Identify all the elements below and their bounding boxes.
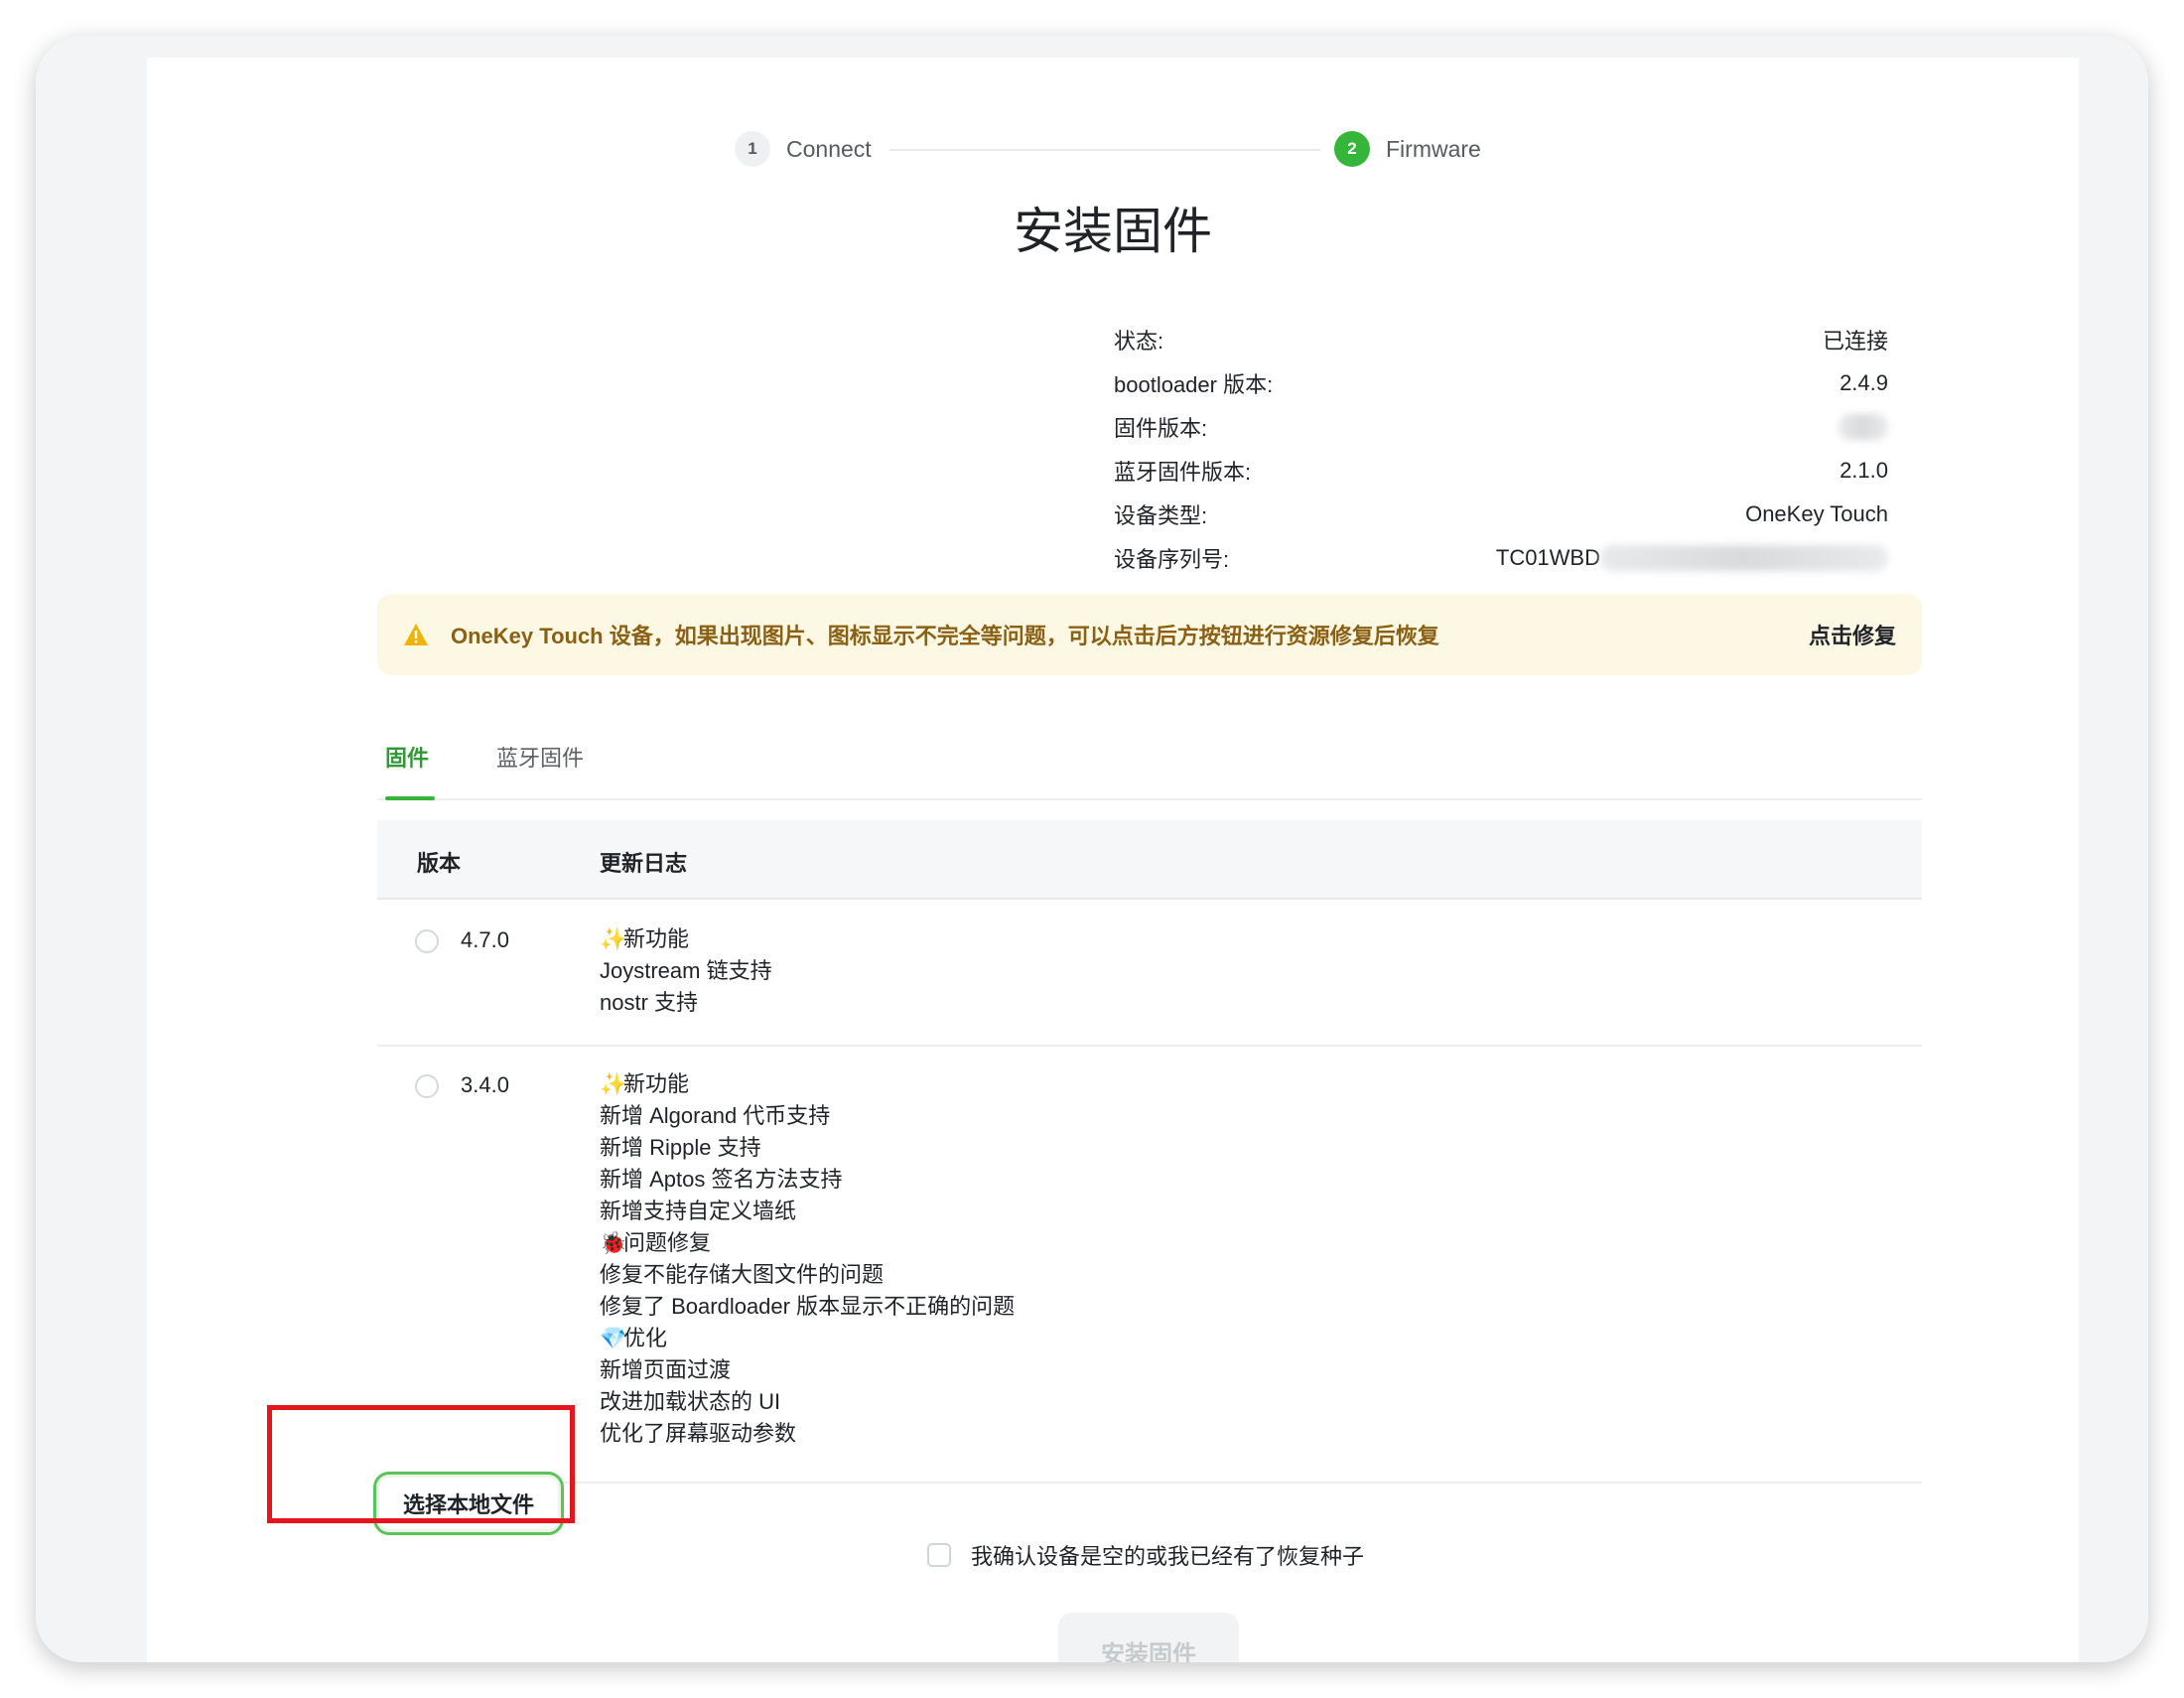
confirm-checkbox[interactable]	[927, 1543, 951, 1567]
step-label: Firmware	[1386, 135, 1481, 162]
changelog-text: 修复不能存储大图文件的问题	[600, 1262, 885, 1287]
changelog-text: Joystream 链支持	[600, 958, 772, 983]
info-row-status: 状态: 已连接	[1114, 318, 1888, 361]
confirm-row[interactable]: 我确认设备是空的或我已经有了恢复种子	[927, 1539, 1364, 1571]
changelog-text: 新增 Ripple 支持	[600, 1135, 761, 1160]
warning-icon	[403, 623, 429, 646]
page-title: 安装固件	[1014, 204, 1212, 259]
changelog-line: ✨ 新功能	[600, 1068, 1015, 1100]
sparkles-icon: ✨	[600, 1071, 627, 1096]
changelog-text: 优化	[623, 1326, 668, 1350]
changelog-line: 修复不能存储大图文件的问题	[600, 1259, 1015, 1291]
changelog-line: 新增 Algorand 代币支持	[600, 1100, 1015, 1132]
changelog-line: 💎 优化	[600, 1323, 1015, 1354]
gem-icon: 💎	[600, 1326, 627, 1350]
changelog-line: 改进加载状态的 UI	[600, 1386, 1015, 1418]
changelog-text: 新增支持自定义墙纸	[600, 1199, 797, 1223]
info-label: 设备类型:	[1114, 503, 1208, 528]
bug-icon: 🐞	[600, 1230, 627, 1255]
serial-blurred	[1600, 545, 1888, 571]
changelog-line: nostr 支持	[600, 987, 772, 1019]
info-value: 已连接	[1822, 329, 1888, 354]
changelog-line: Joystream 链支持	[600, 955, 772, 987]
info-value: 2.1.0	[1840, 458, 1888, 483]
changelog-line: 新增支持自定义墙纸	[600, 1196, 1015, 1227]
changelog-text: 新增 Aptos 签名方法支持	[600, 1167, 843, 1192]
firmware-tabs: 固件 蓝牙固件	[377, 713, 1922, 800]
changelog-text: 改进加载状态的 UI	[600, 1389, 781, 1414]
info-value: 2.4.9	[1840, 370, 1888, 395]
changelog: ✨ 新功能 Joystream 链支持 nostr 支持	[600, 923, 772, 1019]
tab-firmware[interactable]: 固件	[385, 741, 429, 773]
changelog-line: ✨ 新功能	[600, 923, 772, 955]
highlight-annotation	[267, 1405, 575, 1523]
info-row-device-type: 设备类型: OneKey Touch	[1114, 493, 1888, 536]
changelog-text: 新功能	[623, 1071, 690, 1096]
tab-active-indicator	[385, 796, 435, 800]
changelog-text: 修复了 Boardloader 版本显示不正确的问题	[600, 1294, 1016, 1319]
version-radio[interactable]	[415, 1074, 439, 1098]
step-connect: 1 Connect	[735, 131, 872, 167]
step-firmware: 2 Firmware	[1334, 131, 1481, 167]
info-row-serial: 设备序列号: TC01WBD	[1114, 536, 1888, 580]
info-label: 设备序列号:	[1114, 547, 1230, 572]
changelog-line: 新增页面过渡	[600, 1354, 1015, 1386]
changelog-line: 优化了屏幕驱动参数	[600, 1418, 1015, 1450]
changelog-text: nostr 支持	[600, 990, 699, 1015]
info-row-bluetooth: 蓝牙固件版本: 2.1.0	[1114, 449, 1888, 493]
info-label: 状态:	[1114, 329, 1164, 354]
warning-text: OneKey Touch 设备，如果出现图片、图标显示不完全等问题，可以点击后方…	[451, 624, 1439, 648]
changelog-line: 🐞 问题修复	[600, 1227, 1015, 1259]
changelog-line: 新增 Ripple 支持	[600, 1132, 1015, 1164]
serial-value-group: TC01WBD	[1496, 545, 1888, 571]
changelog-line: 新增 Aptos 签名方法支持	[600, 1164, 1015, 1196]
changelog-line: 修复了 Boardloader 版本显示不正确的问题	[600, 1291, 1015, 1323]
table-header: 版本 更新日志	[377, 820, 1922, 900]
header-version: 版本	[417, 851, 462, 876]
table-row[interactable]: 3.4.0 ✨ 新功能 新增 Algorand 代币支持 新增 Ripple 支持…	[377, 1045, 1922, 1484]
step-number: 1	[735, 131, 770, 167]
step-connector	[889, 149, 1320, 151]
changelog-text: 新功能	[623, 926, 690, 951]
warning-banner: OneKey Touch 设备，如果出现图片、图标显示不完全等问题，可以点击后方…	[377, 594, 1922, 675]
sparkles-icon: ✨	[600, 926, 627, 951]
version-number: 3.4.0	[461, 1072, 509, 1097]
info-row-bootloader: bootloader 版本: 2.4.9	[1114, 361, 1888, 405]
header-changelog: 更新日志	[600, 851, 688, 876]
info-value: OneKey Touch	[1745, 501, 1888, 526]
info-label: 固件版本:	[1114, 416, 1208, 441]
info-row-firmware: 固件版本:	[1114, 405, 1888, 449]
version-radio[interactable]	[415, 929, 439, 953]
changelog-text: 新增 Algorand 代币支持	[600, 1103, 831, 1128]
changelog-text: 优化了屏幕驱动参数	[600, 1421, 797, 1446]
repair-button[interactable]: 点击修复	[1809, 619, 1896, 650]
firmware-version-blurred	[1839, 414, 1888, 440]
install-firmware-button[interactable]: 安装固件	[1058, 1613, 1239, 1662]
step-number: 2	[1334, 131, 1370, 167]
version-number: 4.7.0	[461, 927, 509, 952]
changelog: ✨ 新功能 新增 Algorand 代币支持 新增 Ripple 支持 新增 Ap…	[600, 1068, 1015, 1450]
info-label: bootloader 版本:	[1114, 372, 1274, 397]
tab-bluetooth-firmware[interactable]: 蓝牙固件	[496, 741, 584, 773]
confirm-label: 我确认设备是空的或我已经有了恢复种子	[971, 1544, 1365, 1569]
changelog-text: 问题修复	[623, 1230, 712, 1255]
info-value: TC01WBD	[1495, 545, 1600, 570]
changelog-text: 新增页面过渡	[600, 1357, 732, 1382]
step-label: Connect	[786, 135, 872, 162]
info-label: 蓝牙固件版本:	[1114, 460, 1252, 485]
table-row[interactable]: 4.7.0 ✨ 新功能 Joystream 链支持 nostr 支持	[377, 900, 1922, 1047]
